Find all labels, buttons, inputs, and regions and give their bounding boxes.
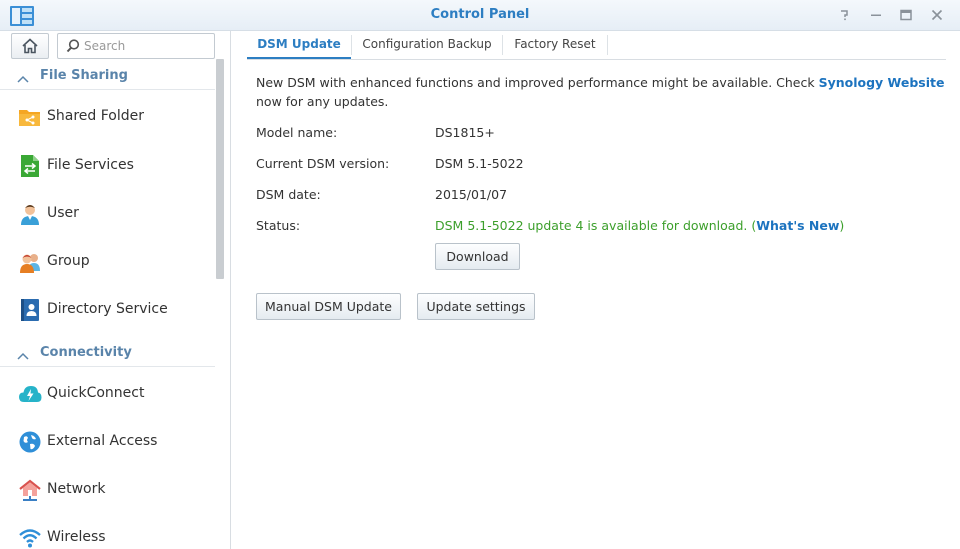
status-message: DSM 5.1-5022 update 4 is available for d… [435, 218, 757, 233]
tab-divider [607, 35, 608, 55]
network-icon [18, 478, 42, 502]
group-icon [18, 250, 42, 274]
home-button[interactable] [11, 33, 49, 59]
section-file-sharing[interactable]: File Sharing [0, 63, 215, 90]
sidebar: File Sharing Shared Folder File Services… [0, 31, 231, 549]
sidebar-item-user[interactable]: User [0, 192, 215, 236]
maximize-icon[interactable] [897, 6, 915, 24]
dsm-version-value: DSM 5.1-5022 [435, 156, 524, 171]
sidebar-item-label: QuickConnect [47, 385, 145, 401]
sidebar-item-label: File Services [47, 157, 134, 173]
search-icon [65, 38, 81, 54]
download-button[interactable]: Download [435, 243, 520, 270]
update-intro-text: New DSM with enhanced functions and impr… [256, 73, 946, 111]
tab-bar: DSM Update Configuration Backup Factory … [247, 31, 946, 60]
sidebar-item-label: User [47, 205, 79, 221]
dsm-date-value: 2015/01/07 [435, 187, 508, 202]
chevron-up-icon [16, 70, 30, 83]
sidebar-scrollbar[interactable] [216, 59, 224, 279]
update-settings-button[interactable]: Update settings [417, 293, 535, 320]
minimize-icon[interactable] [867, 6, 885, 24]
sidebar-item-file-services[interactable]: File Services [0, 144, 215, 188]
status-value: DSM 5.1-5022 update 4 is available for d… [435, 218, 844, 233]
window-title: Control Panel [430, 7, 530, 22]
tab-configuration-backup[interactable]: Configuration Backup [352, 31, 502, 59]
intro-text: New DSM with enhanced functions and impr… [256, 75, 819, 90]
sidebar-item-label: Shared Folder [47, 108, 145, 124]
section-label: File Sharing [40, 68, 128, 83]
intro-text-end: now for any updates. [256, 94, 389, 109]
sidebar-item-wireless[interactable]: Wireless [0, 516, 215, 549]
home-icon [22, 38, 38, 54]
sidebar-item-directory-service[interactable]: Directory Service [0, 288, 215, 332]
quickconnect-icon [18, 382, 42, 406]
wireless-icon [18, 526, 42, 549]
synology-website-link[interactable]: Synology Website [819, 75, 945, 90]
sidebar-item-label: Group [47, 253, 90, 269]
tab-factory-reset[interactable]: Factory Reset [503, 31, 607, 59]
tab-dsm-update[interactable]: DSM Update [247, 31, 351, 59]
chevron-up-icon [16, 347, 30, 360]
model-name-label: Model name: [256, 125, 338, 140]
sidebar-item-label: External Access [47, 433, 158, 449]
sidebar-item-quickconnect[interactable]: QuickConnect [0, 372, 215, 416]
file-services-icon [18, 154, 42, 178]
model-name-value: DS1815+ [435, 125, 495, 140]
whats-new-link[interactable]: What's New [756, 218, 839, 233]
sidebar-item-group[interactable]: Group [0, 240, 215, 284]
sidebar-item-shared-folder[interactable]: Shared Folder [0, 95, 215, 139]
close-icon[interactable] [928, 6, 946, 24]
manual-dsm-update-button[interactable]: Manual DSM Update [256, 293, 401, 320]
sidebar-item-label: Directory Service [47, 301, 168, 317]
dsm-date-label: DSM date: [256, 187, 321, 202]
title-bar: Control Panel [0, 0, 960, 31]
main-panel: DSM Update Configuration Backup Factory … [231, 31, 960, 549]
sidebar-item-external-access[interactable]: External Access [0, 420, 215, 464]
help-icon[interactable] [836, 6, 854, 24]
search-input[interactable] [84, 37, 208, 55]
search-box[interactable] [57, 33, 215, 59]
user-icon [18, 202, 42, 226]
section-connectivity[interactable]: Connectivity [0, 340, 215, 367]
sidebar-item-label: Network [47, 481, 106, 497]
shared-folder-icon [18, 105, 42, 129]
directory-service-icon [18, 298, 42, 322]
sidebar-item-network[interactable]: Network [0, 468, 215, 512]
status-label: Status: [256, 218, 301, 233]
dsm-version-label: Current DSM version: [256, 156, 390, 171]
external-access-icon [18, 430, 42, 454]
section-label: Connectivity [40, 345, 132, 360]
status-close-paren: ) [839, 218, 845, 233]
sidebar-item-label: Wireless [47, 529, 106, 545]
